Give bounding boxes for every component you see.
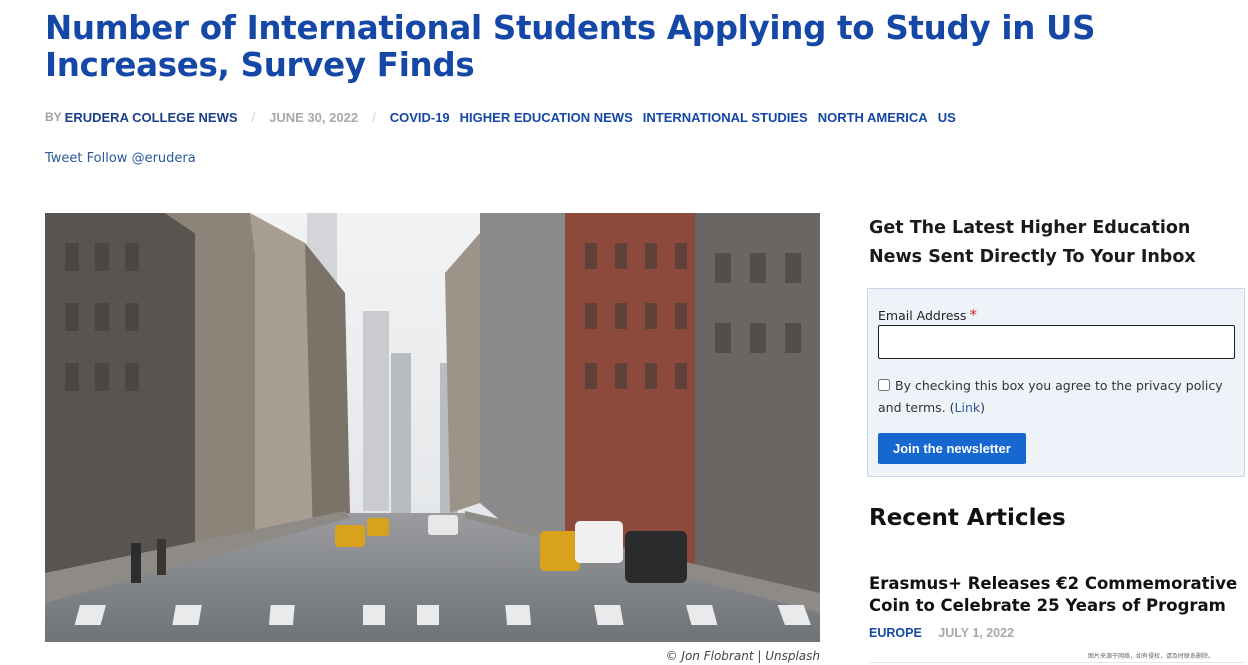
divider bbox=[869, 662, 1245, 663]
recent-article-category[interactable]: EUROPE bbox=[869, 626, 922, 640]
tweet-link[interactable]: Tweet bbox=[45, 151, 83, 166]
join-newsletter-button[interactable]: Join the newsletter bbox=[878, 433, 1026, 464]
newsletter-form: Email Address * By checking this box you … bbox=[867, 288, 1245, 477]
byline-prefix: BY bbox=[45, 110, 62, 124]
consent-text: By checking this box you agree to the pr… bbox=[878, 378, 1223, 415]
watermark-text: 图片来源于网络，如有侵权，请及时联系删除。 bbox=[1088, 653, 1215, 660]
hero-image bbox=[45, 213, 820, 642]
category-link-covid[interactable]: COVID-19 bbox=[390, 110, 450, 125]
recent-article-meta: EUROPE JULY 1, 2022 bbox=[869, 626, 1014, 640]
publish-date: JUNE 30, 2022 bbox=[269, 109, 359, 125]
consent-checkbox[interactable] bbox=[878, 379, 890, 391]
consent-row: By checking this box you agree to the pr… bbox=[878, 375, 1238, 419]
required-asterisk-icon: * bbox=[969, 306, 977, 324]
recent-articles-title: Recent Articles bbox=[869, 505, 1066, 531]
follow-link[interactable]: Follow @erudera bbox=[87, 151, 196, 166]
email-field[interactable] bbox=[878, 325, 1235, 359]
image-caption: © Jon Flobrant | Unsplash bbox=[665, 649, 820, 663]
category-link-us[interactable]: US bbox=[938, 110, 956, 125]
consent-link-close: ) bbox=[980, 400, 986, 415]
recent-article-title[interactable]: Erasmus+ Releases €2 Commemorative Coin … bbox=[869, 573, 1239, 616]
newsletter-title: Get The Latest Higher Education News Sen… bbox=[869, 218, 1196, 267]
consent-link[interactable]: Link bbox=[955, 400, 981, 415]
article-meta: BY ERUDERA COLLEGE NEWS / JUNE 30, 2022 … bbox=[45, 109, 966, 125]
email-label: Email Address * bbox=[878, 306, 977, 324]
social-links: Tweet Follow @erudera bbox=[45, 151, 196, 166]
author-link[interactable]: ERUDERA COLLEGE NEWS bbox=[65, 110, 238, 125]
meta-separator: / bbox=[251, 109, 256, 125]
category-link-north-america[interactable]: NORTH AMERICA bbox=[818, 110, 928, 125]
article-title: Number of International Students Applyin… bbox=[45, 9, 1096, 84]
meta-separator: / bbox=[372, 109, 376, 125]
category-link-international-studies[interactable]: INTERNATIONAL STUDIES bbox=[643, 110, 808, 125]
category-link-higher-education-news[interactable]: HIGHER EDUCATION NEWS bbox=[460, 110, 633, 125]
city-street-illustration bbox=[45, 213, 820, 642]
email-label-text: Email Address bbox=[878, 308, 967, 323]
recent-article-date: JULY 1, 2022 bbox=[938, 626, 1015, 640]
